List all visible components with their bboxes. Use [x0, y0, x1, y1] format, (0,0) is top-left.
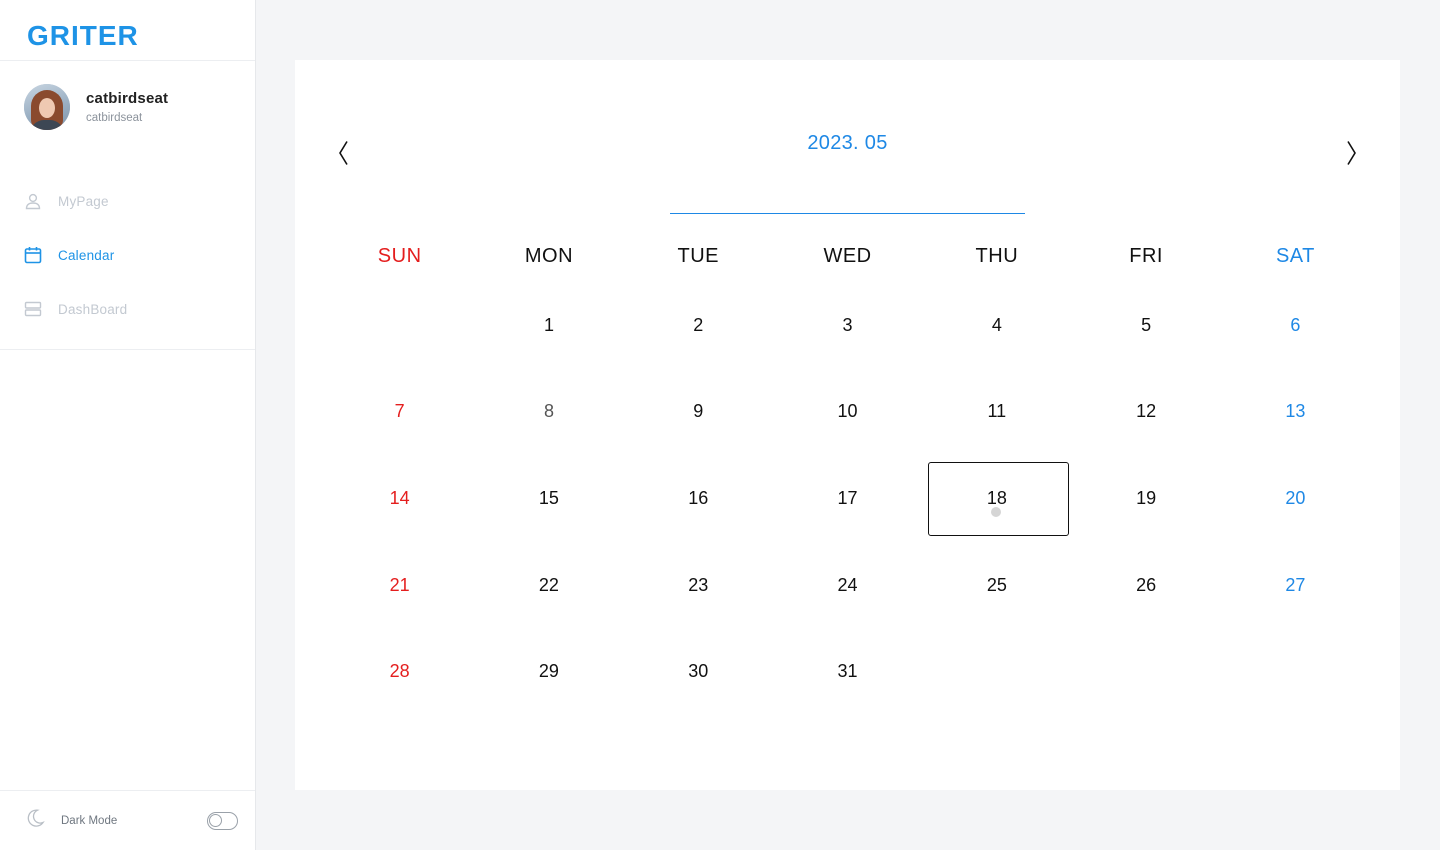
- day-cell[interactable]: 11: [922, 369, 1071, 456]
- day-cell[interactable]: 21: [325, 542, 474, 629]
- day-cell[interactable]: 1: [474, 282, 623, 369]
- day-cell[interactable]: 5: [1071, 282, 1220, 369]
- day-cell[interactable]: 30: [624, 628, 773, 715]
- sidebar-item-label: MyPage: [58, 193, 109, 209]
- calendar-weeks: 1 2 3 4 5 6 7 8 9 10 11 12 13 14 15 16 1…: [325, 282, 1370, 715]
- day-cell[interactable]: 17: [773, 455, 922, 542]
- day-cell[interactable]: 23: [624, 542, 773, 629]
- profile-name: catbirdseat: [86, 90, 169, 107]
- day-cell[interactable]: 12: [1071, 369, 1220, 456]
- month-underline: [670, 213, 1025, 214]
- brand-logo[interactable]: GRITER: [27, 20, 139, 51]
- day-cell[interactable]: 22: [474, 542, 623, 629]
- moon-icon: [25, 808, 45, 833]
- day-cell[interactable]: 29: [474, 628, 623, 715]
- divider: [0, 349, 255, 350]
- day-cell[interactable]: 3: [773, 282, 922, 369]
- week-row: 14 15 16 17 18 19 20: [325, 455, 1370, 542]
- day-cell[interactable]: 4: [922, 282, 1071, 369]
- toggle-knob: [209, 814, 222, 827]
- week-row: 1 2 3 4 5 6: [325, 282, 1370, 369]
- day-number: 18: [986, 487, 1007, 508]
- day-cell[interactable]: 24: [773, 542, 922, 629]
- day-cell[interactable]: 7: [325, 369, 474, 456]
- day-cell[interactable]: 19: [1071, 455, 1220, 542]
- week-row: 28 29 30 31: [325, 628, 1370, 715]
- dashboard-icon: [24, 300, 42, 318]
- weekday-header: SUN MON TUE WED THU FRI SAT: [325, 230, 1370, 282]
- day-cell[interactable]: 25: [922, 542, 1071, 629]
- month-title: 2023. 05: [807, 132, 888, 154]
- day-cell[interactable]: 31: [773, 628, 922, 715]
- prev-month-button[interactable]: [331, 138, 355, 168]
- week-row: 7 8 9 10 11 12 13: [325, 369, 1370, 456]
- dark-mode-toggle[interactable]: [207, 812, 238, 830]
- calendar-icon: [24, 246, 42, 264]
- chevron-left-icon: [339, 141, 348, 165]
- weekday-mon: MON: [524, 244, 574, 267]
- day-cell[interactable]: 8: [474, 369, 623, 456]
- day-cell[interactable]: 26: [1071, 542, 1220, 629]
- profile-id: catbirdseat: [86, 112, 143, 124]
- sidebar-item-label: Calendar: [58, 247, 115, 263]
- dark-mode-label: Dark Mode: [61, 814, 118, 827]
- day-cell[interactable]: 14: [325, 455, 474, 542]
- sidebar-item-dashboard[interactable]: DashBoard: [0, 282, 255, 336]
- day-cell-selected[interactable]: 18: [922, 455, 1071, 542]
- day-cell[interactable]: 10: [773, 369, 922, 456]
- day-cell: [1071, 628, 1220, 715]
- day-cell: [922, 628, 1071, 715]
- day-cell[interactable]: 15: [474, 455, 623, 542]
- day-cell: [325, 282, 474, 369]
- weekday-thu: THU: [975, 244, 1019, 267]
- sidebar-item-calendar[interactable]: Calendar: [0, 228, 255, 282]
- entry-indicator-dot: [991, 507, 1002, 518]
- avatar[interactable]: [24, 84, 70, 130]
- profile: catbirdseat catbirdseat: [24, 84, 168, 130]
- sidebar: GRITER catbirdseat catbirdseat MyPage Ca…: [0, 0, 256, 850]
- weekday-sun: SUN: [377, 244, 422, 267]
- day-cell[interactable]: 16: [624, 455, 773, 542]
- weekday-wed: WED: [823, 244, 872, 267]
- user-icon: [24, 192, 42, 210]
- calendar-card: 2023. 05 SUN MON TUE WED THU FRI SAT 1 2…: [295, 60, 1400, 790]
- day-cell[interactable]: 2: [624, 282, 773, 369]
- day-cell[interactable]: 6: [1221, 282, 1370, 369]
- day-cell[interactable]: 28: [325, 628, 474, 715]
- day-cell[interactable]: 27: [1221, 542, 1370, 629]
- next-month-button[interactable]: [1340, 138, 1364, 168]
- calendar-grid: SUN MON TUE WED THU FRI SAT 1 2 3 4 5 6 …: [325, 230, 1370, 715]
- day-cell[interactable]: 9: [624, 369, 773, 456]
- weekday-fri: FRI: [1129, 244, 1163, 267]
- sidebar-item-label: DashBoard: [58, 301, 128, 317]
- dark-mode-row: Dark Mode: [0, 790, 255, 850]
- day-cell[interactable]: 20: [1221, 455, 1370, 542]
- day-cell[interactable]: 13: [1221, 369, 1370, 456]
- week-row: 21 22 23 24 25 26 27: [325, 542, 1370, 629]
- weekday-tue: TUE: [677, 244, 719, 267]
- weekday-sat: SAT: [1275, 244, 1315, 267]
- sidebar-nav: MyPage Calendar DashBoard: [0, 174, 255, 336]
- brand-header: GRITER: [0, 0, 255, 61]
- sidebar-item-mypage[interactable]: MyPage: [0, 174, 255, 228]
- day-cell: [1221, 628, 1370, 715]
- chevron-right-icon: [1347, 141, 1356, 165]
